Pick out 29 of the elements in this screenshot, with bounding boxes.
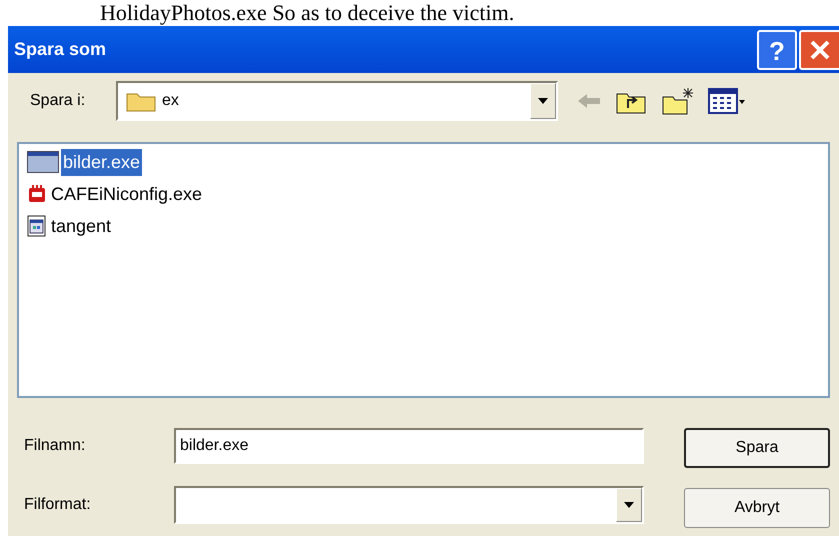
caret-icon (538, 98, 548, 104)
location-dropdown[interactable]: ex (116, 81, 558, 121)
window-icon (27, 151, 59, 173)
window-title: Spara som (14, 38, 108, 61)
file-name: CAFEiNiconfig.exe (50, 182, 204, 206)
save-button[interactable]: Spara (684, 428, 830, 468)
location-label: Spara i: (30, 91, 86, 111)
cancel-button[interactable]: Avbryt (684, 488, 830, 528)
file-name: tangent (50, 214, 112, 238)
help-button[interactable]: ? (757, 30, 797, 70)
filename-field[interactable]: bilder.exe (174, 428, 644, 464)
caret-icon (624, 502, 634, 508)
view-menu-icon[interactable] (708, 88, 746, 114)
new-folder-icon[interactable] (662, 87, 694, 115)
file-item[interactable]: CAFEiNiconfig.exe (27, 179, 828, 209)
dropdown-button[interactable] (530, 83, 556, 119)
filename-label: Filnamn: (24, 436, 86, 456)
caption-text: HolidayPhotos.exe So as to deceive the victim. (100, 0, 514, 25)
dropdown-button[interactable] (616, 488, 642, 522)
file-item[interactable]: tangent (27, 211, 828, 241)
app-icon (27, 184, 47, 204)
file-name: bilder.exe (61, 148, 142, 176)
close-icon (809, 38, 831, 60)
document-icon (27, 215, 47, 237)
filetype-label: Filformat: (24, 495, 92, 515)
close-button[interactable] (799, 30, 839, 70)
location-value: ex (162, 91, 180, 111)
file-item[interactable]: bilder.exe (27, 147, 828, 177)
filetype-dropdown[interactable] (174, 486, 644, 524)
